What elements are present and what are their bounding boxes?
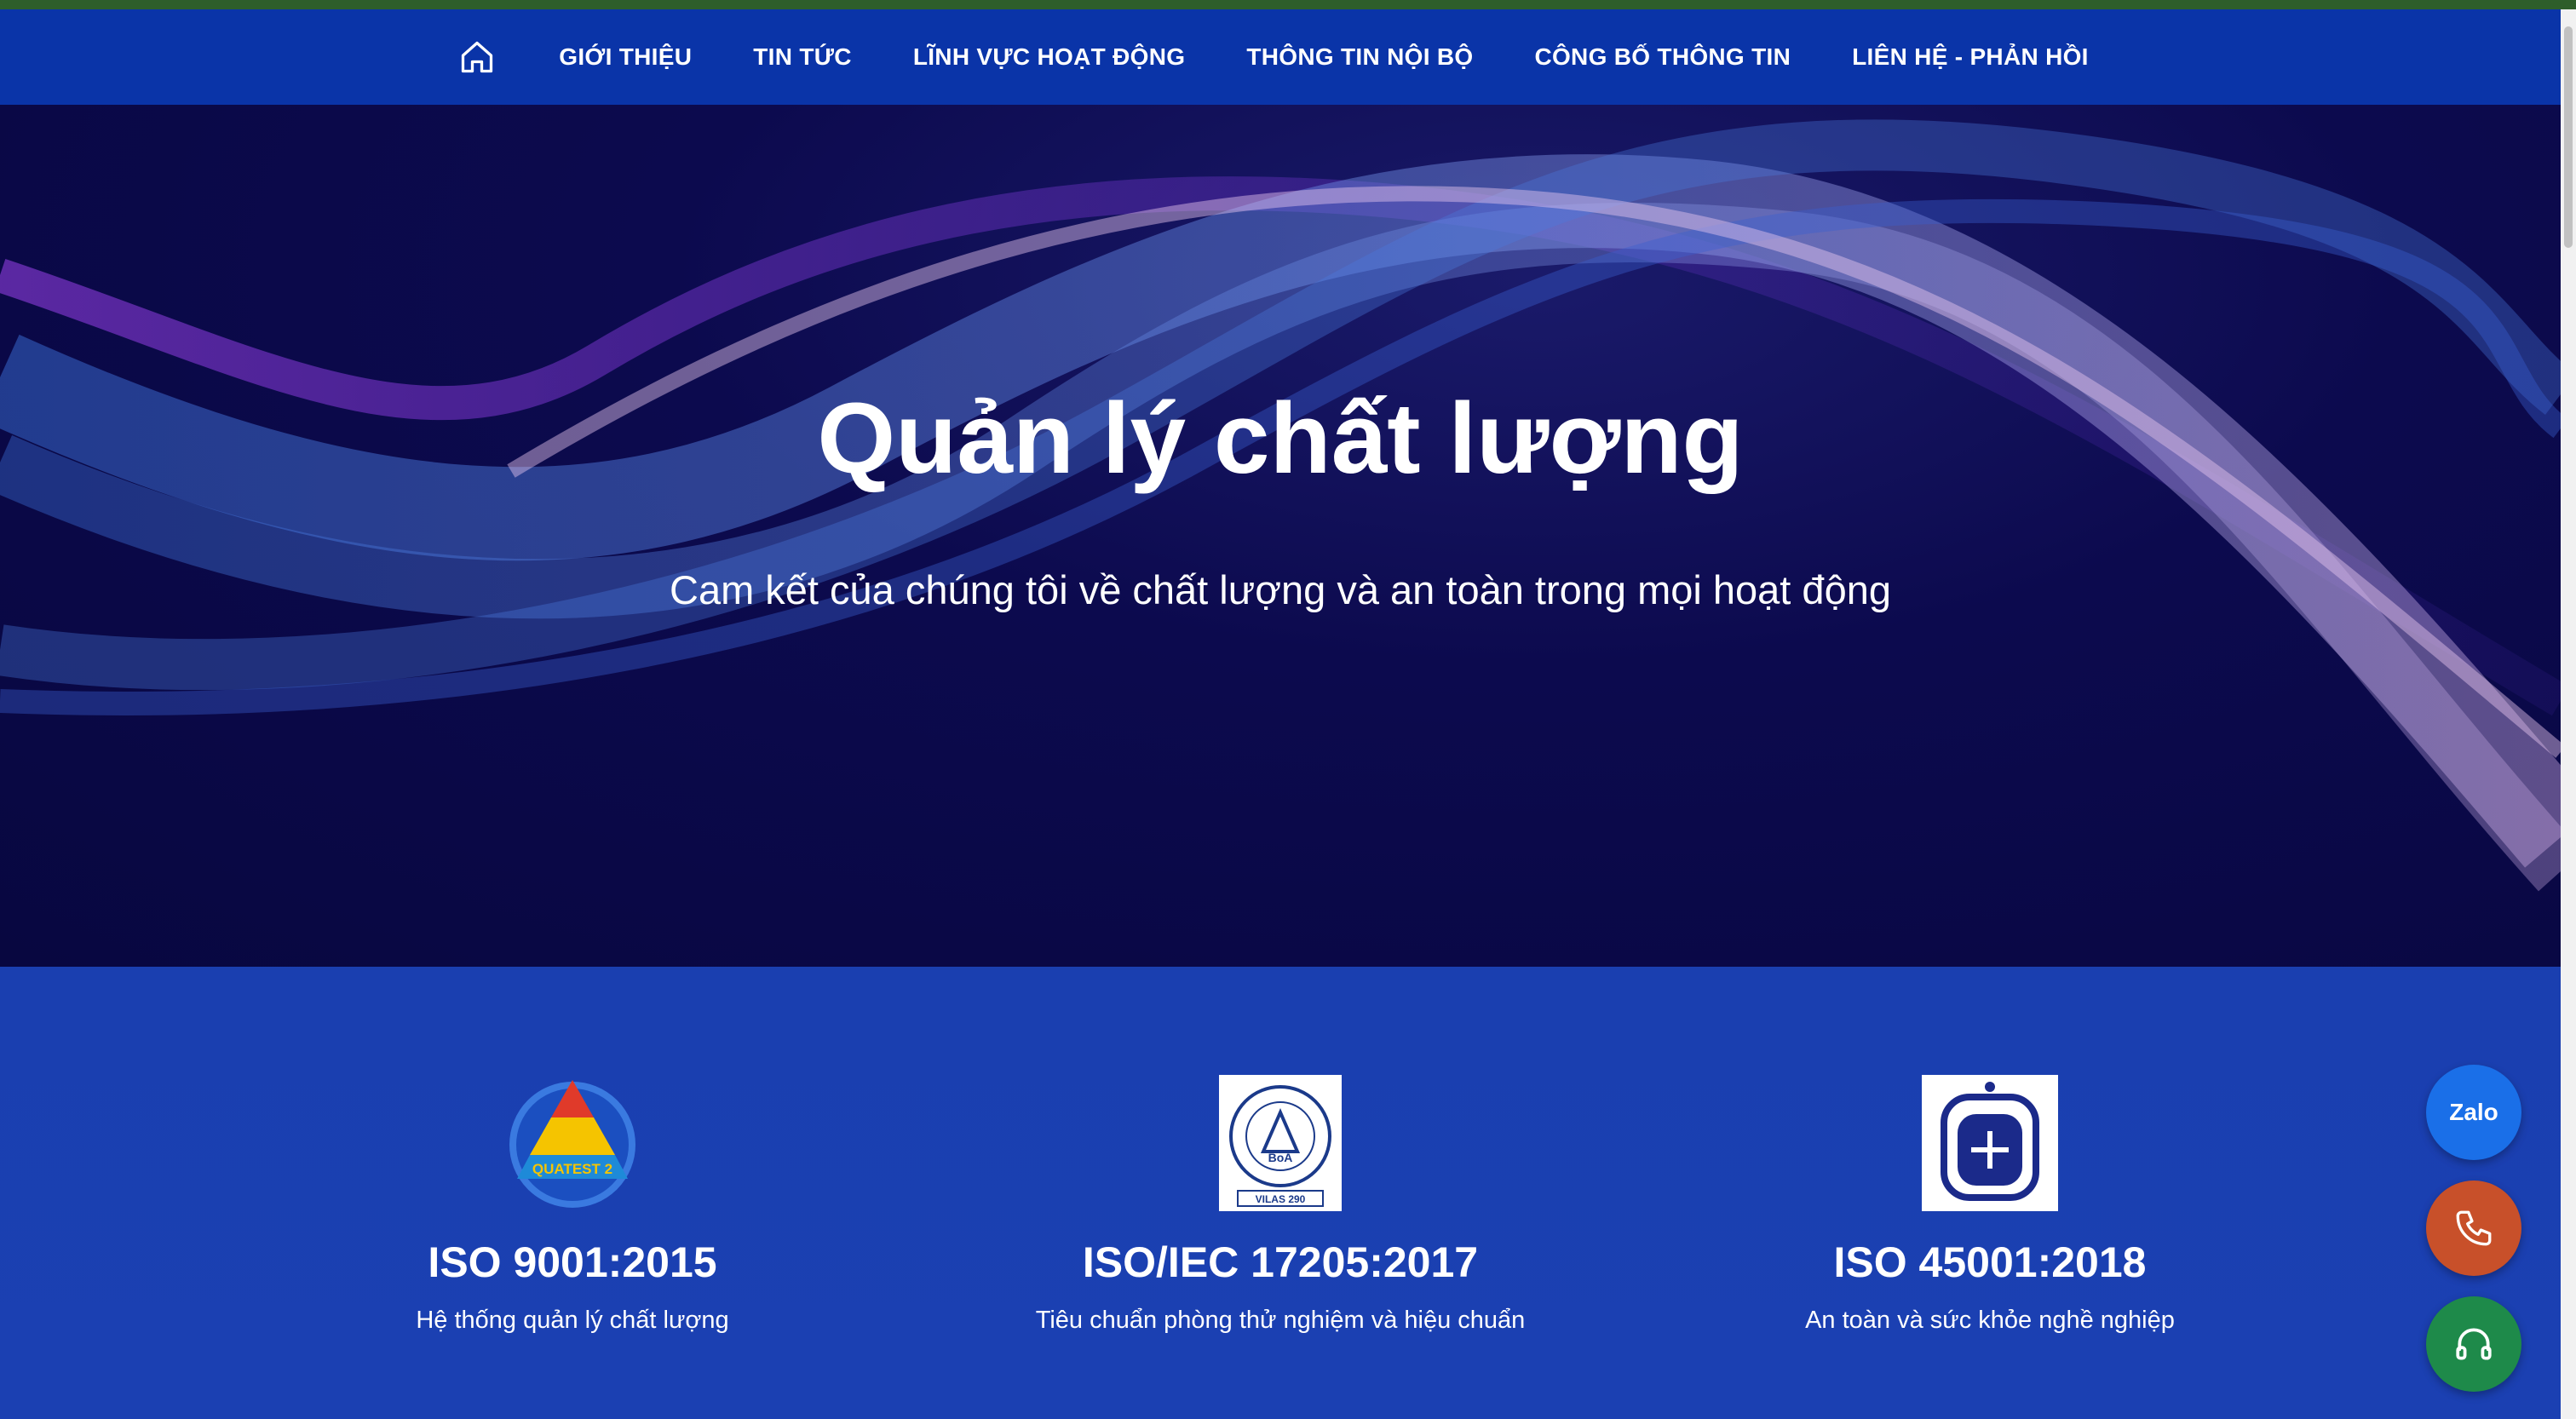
boa-vilas-logo: BoA VILAS 290	[982, 1075, 1578, 1211]
iso-45001-logo	[1692, 1075, 2288, 1211]
page-scrollbar[interactable]	[2561, 9, 2576, 1419]
boa-vilas-logo-text: VILAS 290	[1256, 1193, 1306, 1205]
cert-description: An toàn và sức khỏe nghề nghiệp	[1805, 1307, 2175, 1334]
support-button[interactable]	[2426, 1296, 2521, 1392]
page-subtitle: Cam kết của chúng tôi về chất lượng và a…	[670, 567, 1891, 612]
nav-item-tin-tuc[interactable]: TIN TỨC	[753, 43, 852, 71]
cert-card-iso-9001: QUATEST 2 ISO 9001:2015 Hệ thống quản lý…	[274, 1075, 871, 1336]
home-icon[interactable]	[457, 37, 497, 78]
nav-item-cong-bo-thong-tin[interactable]: CÔNG BỐ THÔNG TIN	[1534, 43, 1791, 71]
top-accent-bar	[0, 0, 2576, 9]
main-navigation: GIỚI THIỆU TIN TỨC LĨNH VỰC HOẠT ĐỘNG TH…	[0, 9, 2561, 105]
nav-item-thong-tin-noi-bo[interactable]: THÔNG TIN NỘI BỘ	[1246, 43, 1473, 71]
nav-item-gioi-thieu[interactable]: GIỚI THIỆU	[559, 43, 692, 71]
cert-card-iso-iec-17205: BoA VILAS 290 ISO/IEC 17205:2017 Tiêu ch…	[982, 1075, 1578, 1336]
cert-title: ISO 45001:2018	[1833, 1238, 2147, 1286]
cert-title: ISO 9001:2015	[428, 1238, 717, 1286]
quatest2-logo-text: QUATEST 2	[532, 1161, 612, 1177]
cert-description: Hệ thống quản lý chất lượng	[416, 1307, 729, 1334]
nav-item-lien-he-phan-hoi[interactable]: LIÊN HỆ - PHẢN HỒI	[1852, 43, 2089, 71]
hero-banner: Quản lý chất lượng Cam kết của chúng tôi…	[0, 105, 2561, 967]
cert-description: Tiêu chuẩn phòng thử nghiệm và hiệu chuẩ…	[1035, 1307, 1526, 1334]
hero-wave-background	[0, 119, 2561, 892]
cert-title: ISO/IEC 17205:2017	[1082, 1238, 1479, 1286]
zalo-chat-button[interactable]: Zalo	[2426, 1065, 2521, 1160]
quatest2-logo: QUATEST 2	[274, 1075, 871, 1211]
headset-icon	[2456, 1328, 2492, 1360]
cert-card-iso-45001: ISO 45001:2018 An toàn và sức khỏe nghề …	[1692, 1075, 2288, 1336]
page-title: Quản lý chất lượng	[817, 382, 1744, 495]
certifications-section: QUATEST 2 ISO 9001:2015 Hệ thống quản lý…	[0, 967, 2561, 1419]
phone-icon	[2456, 1210, 2492, 1246]
nav-item-linh-vuc-hoat-dong[interactable]: LĨNH VỰC HOẠT ĐỘNG	[913, 43, 1186, 71]
phone-call-button[interactable]	[2426, 1181, 2521, 1276]
scrollbar-thumb[interactable]	[2564, 26, 2573, 248]
svg-text:BoA: BoA	[1268, 1151, 1293, 1164]
